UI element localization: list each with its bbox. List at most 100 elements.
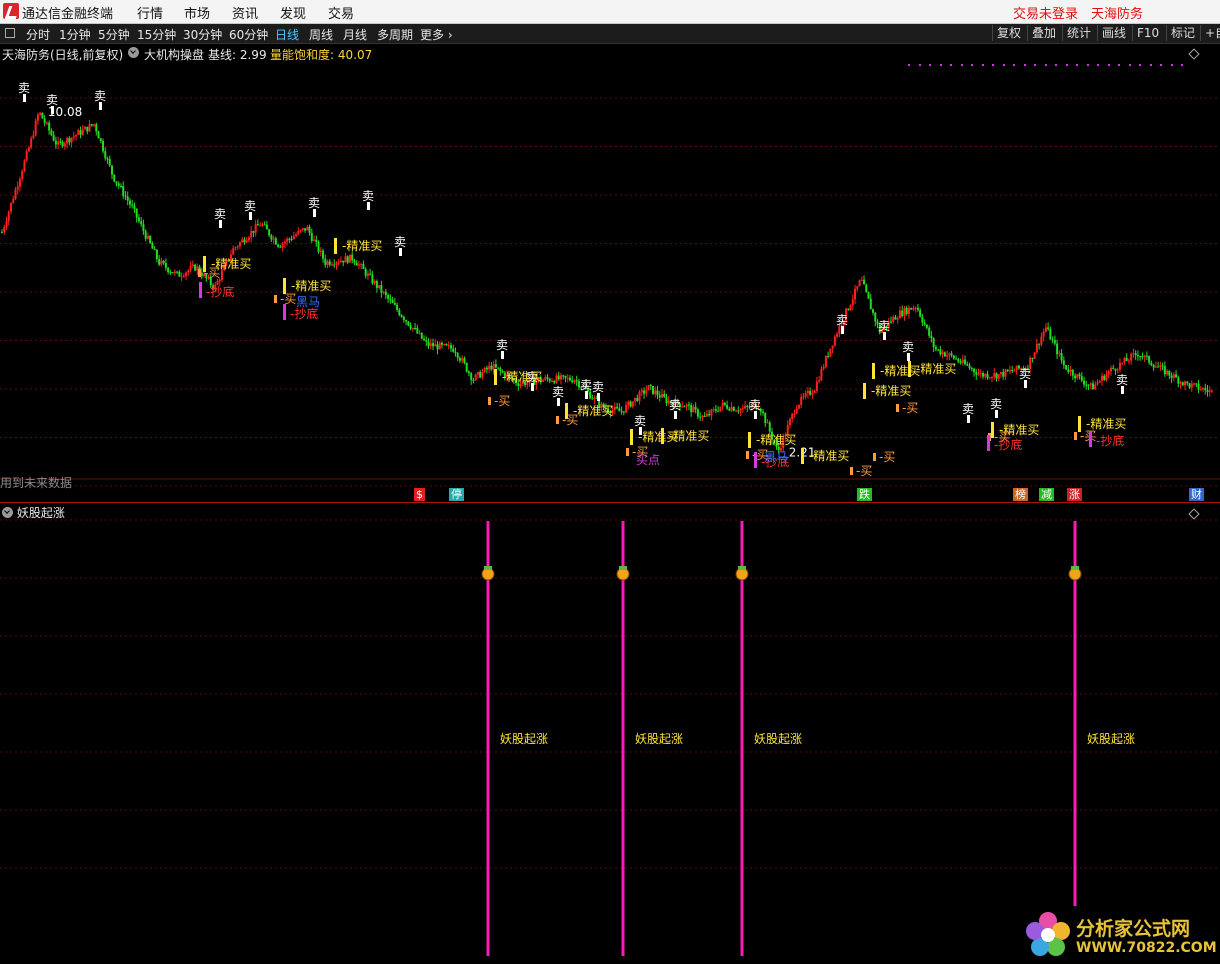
candle-up [75,134,78,137]
candle-up [335,262,338,265]
candle-up [348,254,351,263]
candle-up [337,262,340,264]
bottom-signal-bar [1089,431,1092,447]
menu-quotes[interactable]: 行情 [137,3,163,22]
candle-down [106,158,109,160]
candle-down [1038,343,1041,345]
tab-daily[interactable]: 日线 [275,26,299,43]
buy-signal-label: -买 [494,394,510,408]
bottom-signal-label: -抄底 [206,284,234,299]
candle-down [322,250,325,259]
sell-signal-mark [531,383,534,391]
candle-up [247,237,250,241]
candle-down [699,416,702,418]
menu-news[interactable]: 资讯 [232,3,258,22]
candle-up [766,422,769,424]
sub-indicator-menu-icon[interactable] [2,507,13,518]
candle-down [1083,380,1086,385]
candle-down [402,316,405,321]
candle-down [407,321,410,326]
tab-more[interactable]: 更多 › [420,26,453,43]
candle-down [277,244,280,247]
candle-down [1049,328,1052,340]
candle-up [701,415,704,418]
adjust-button[interactable]: 复权 [992,25,1025,41]
overlay-button[interactable]: 叠加 [1027,25,1060,41]
candle-down [869,298,872,310]
menu-market[interactable]: 市场 [184,3,210,22]
current-stock-name[interactable]: 天海防务 [1091,3,1143,22]
main-panel-expand-icon[interactable] [1188,48,1200,60]
candle-down [950,353,953,356]
candle-down [901,310,904,317]
panel-toggle-icon[interactable] [5,28,15,38]
candle-down [656,390,659,396]
yaogu-signal-line [1073,521,1077,956]
candle-up [286,238,289,242]
tab-multi-period[interactable]: 多周期 [377,26,413,43]
tab-weekly[interactable]: 周线 [309,26,333,43]
buy-signal-label: -买 [280,292,296,306]
trade-login-status[interactable]: 交易未登录 [1013,3,1078,22]
event-badge[interactable]: 财 [1189,488,1204,501]
buy-signal-label: -买 [856,464,872,478]
event-badge[interactable]: 减 [1039,488,1054,501]
tab-monthly[interactable]: 月线 [343,26,367,43]
tab-30min[interactable]: 30分钟 [183,26,222,43]
candle-up [1098,380,1101,383]
event-badge[interactable]: $ [414,488,425,501]
kline-chart[interactable]: 10.082.21卖卖卖卖卖卖卖卖卖卖卖卖卖卖卖卖卖卖卖卖卖卖卖-精准买-精准买… [0,62,1220,502]
candle-down [1136,355,1139,357]
yaogu-indicator-panel[interactable]: 妖股起涨 妖股起涨 妖股起涨 妖股起涨 [0,503,1220,964]
mark-button[interactable]: 标记 [1166,25,1199,41]
tab-5min[interactable]: 5分钟 [98,26,130,43]
candle-up [860,279,863,281]
f10-button[interactable]: F10 [1132,25,1163,41]
menu-discover[interactable]: 发现 [280,3,306,22]
candle-down [652,385,655,395]
stats-button[interactable]: 统计 [1062,25,1095,41]
candle-up [232,248,235,255]
candle-down [1204,388,1207,391]
indicator-name[interactable]: 大机构操盘 [144,46,204,63]
candle-down [966,364,969,366]
top-marker-dot [1066,64,1068,66]
event-badge[interactable]: 跌 [857,488,872,501]
candle-down [575,380,578,382]
candle-down [732,407,735,411]
candle-down [847,308,850,310]
precise-buy-label: -精准买 [809,449,849,463]
event-badge[interactable]: 榜 [1013,488,1028,501]
candle-down [458,357,461,361]
candle-down [1074,375,1077,379]
candle-up [45,122,48,124]
tab-timeshare[interactable]: 分时 [26,26,50,43]
event-badge[interactable]: 停 [449,488,464,501]
candle-down [921,316,924,323]
candle-up [32,135,35,139]
tab-1min[interactable]: 1分钟 [59,26,91,43]
candle-up [261,224,264,226]
custom-button[interactable]: +自 [1200,25,1220,41]
event-badge[interactable]: 涨 [1067,488,1082,501]
indicator-menu-icon[interactable] [128,46,139,60]
candle-down [687,404,690,406]
tab-15min[interactable]: 15分钟 [137,26,176,43]
sell-signal-mark [1024,380,1027,388]
candle-down [441,342,443,345]
candle-up [1089,383,1092,386]
candle-down [102,140,105,152]
draw-line-button[interactable]: 画线 [1097,25,1130,41]
tab-60min[interactable]: 60分钟 [229,26,268,43]
precise-buy-bar [661,428,664,444]
sub-panel-title[interactable]: 妖股起涨 [2,504,65,521]
menu-trade[interactable]: 交易 [328,3,354,22]
candle-up [438,342,441,350]
candle-down [568,377,571,381]
candle-up [625,405,628,413]
candle-up [476,372,479,375]
candle-down [728,408,731,411]
candle-up [997,374,1000,379]
candle-down [178,271,181,277]
candle-up [77,130,80,135]
